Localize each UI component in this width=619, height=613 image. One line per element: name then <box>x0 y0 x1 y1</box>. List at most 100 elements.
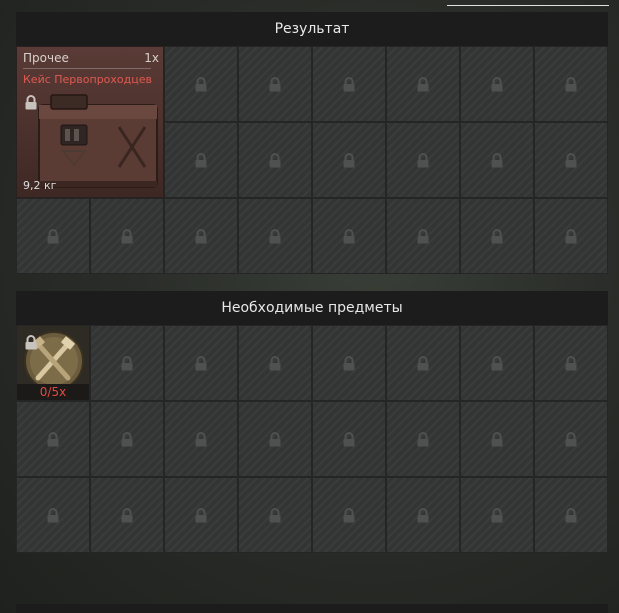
lock-icon <box>25 335 37 350</box>
lock-icon <box>343 152 355 167</box>
locked-required-slot[interactable] <box>238 325 312 401</box>
locked-result-slot[interactable] <box>164 122 238 198</box>
locked-required-slot[interactable] <box>312 477 386 553</box>
lock-icon <box>195 152 207 167</box>
locked-result-slot[interactable] <box>164 198 238 274</box>
locked-required-slot[interactable] <box>312 325 386 401</box>
lock-icon <box>269 507 281 522</box>
locked-result-slot[interactable] <box>534 198 608 274</box>
locked-required-slot[interactable] <box>534 325 608 401</box>
locked-required-slot[interactable] <box>386 401 460 477</box>
locked-result-slot[interactable] <box>238 122 312 198</box>
locked-required-slot[interactable] <box>238 401 312 477</box>
lock-icon <box>269 431 281 446</box>
locked-result-slot[interactable] <box>386 122 460 198</box>
lock-icon <box>343 507 355 522</box>
lock-icon <box>47 228 59 243</box>
item-weight: 9,2 кг <box>23 179 57 192</box>
lock-icon <box>491 355 503 370</box>
lock-icon <box>343 228 355 243</box>
item-name: Кейс Первопроходцев <box>23 73 152 86</box>
item-category: Прочее <box>23 51 69 65</box>
lock-icon <box>565 431 577 446</box>
lock-icon <box>269 152 281 167</box>
locked-required-slot[interactable] <box>90 325 164 401</box>
lock-icon <box>47 507 59 522</box>
locked-required-slot[interactable] <box>164 325 238 401</box>
locked-required-slot[interactable] <box>90 477 164 553</box>
locked-required-slot[interactable] <box>460 477 534 553</box>
locked-required-slot[interactable] <box>90 401 164 477</box>
locked-required-slot[interactable] <box>386 325 460 401</box>
locked-required-slot[interactable] <box>460 325 534 401</box>
locked-result-slot[interactable] <box>386 46 460 122</box>
lock-icon <box>565 507 577 522</box>
locked-result-slot[interactable] <box>312 46 386 122</box>
locked-required-slot[interactable] <box>164 477 238 553</box>
item-count: 1x <box>144 51 159 65</box>
lock-icon <box>47 431 59 446</box>
locked-required-slot[interactable] <box>16 401 90 477</box>
lock-icon <box>491 507 503 522</box>
locked-result-slot[interactable] <box>90 198 164 274</box>
locked-result-slot[interactable] <box>460 46 534 122</box>
lock-icon <box>417 228 429 243</box>
lock-icon <box>195 76 207 91</box>
locked-result-slot[interactable] <box>16 198 90 274</box>
lock-icon <box>195 507 207 522</box>
lock-icon <box>121 431 133 446</box>
bottom-panel-edge <box>16 604 608 613</box>
required-header: Необходимые предметы <box>16 291 608 325</box>
lock-icon <box>417 355 429 370</box>
lock-icon <box>121 228 133 243</box>
result-header: Результат <box>16 12 608 46</box>
locked-required-slot[interactable] <box>534 401 608 477</box>
locked-result-slot[interactable] <box>238 198 312 274</box>
locked-result-slot[interactable] <box>164 46 238 122</box>
required-grid: 0/5x <box>16 325 608 553</box>
lock-icon <box>195 228 207 243</box>
result-item-card[interactable]: Прочее 1x Кейс Первопроходцев 9,2 кг <box>16 46 164 198</box>
lock-icon <box>417 431 429 446</box>
required-title: Необходимые предметы <box>221 300 403 316</box>
locked-required-slot[interactable] <box>312 401 386 477</box>
lock-icon <box>343 76 355 91</box>
required-progress: 0/5x <box>39 385 67 399</box>
lock-icon <box>565 152 577 167</box>
lock-icon <box>491 431 503 446</box>
locked-result-slot[interactable] <box>534 46 608 122</box>
locked-required-slot[interactable] <box>534 477 608 553</box>
lock-icon <box>417 152 429 167</box>
lock-icon <box>417 76 429 91</box>
item-divider <box>23 68 151 69</box>
lock-icon <box>491 76 503 91</box>
lock-icon <box>565 76 577 91</box>
required-progress-bar: 0/5x <box>17 384 89 400</box>
locked-required-slot[interactable] <box>386 477 460 553</box>
locked-result-slot[interactable] <box>460 122 534 198</box>
lock-icon <box>25 95 37 110</box>
locked-result-slot[interactable] <box>238 46 312 122</box>
lock-icon <box>417 507 429 522</box>
lock-icon <box>121 355 133 370</box>
result-grid: Прочее 1x Кейс Первопроходцев 9,2 кг <box>16 46 608 274</box>
lock-icon <box>565 355 577 370</box>
lock-icon <box>343 355 355 370</box>
locked-result-slot[interactable] <box>312 122 386 198</box>
locked-required-slot[interactable] <box>238 477 312 553</box>
locked-required-slot[interactable] <box>16 477 90 553</box>
locked-required-slot[interactable] <box>164 401 238 477</box>
lock-icon <box>269 76 281 91</box>
result-title: Результат <box>274 21 350 37</box>
top-tab-underline <box>447 5 609 6</box>
locked-result-slot[interactable] <box>312 198 386 274</box>
locked-result-slot[interactable] <box>386 198 460 274</box>
locked-result-slot[interactable] <box>534 122 608 198</box>
lock-icon <box>565 228 577 243</box>
locked-required-slot[interactable] <box>460 401 534 477</box>
required-item-slot[interactable]: 0/5x <box>16 325 90 401</box>
lock-icon <box>195 431 207 446</box>
locked-result-slot[interactable] <box>460 198 534 274</box>
lock-icon <box>491 228 503 243</box>
lock-icon <box>269 228 281 243</box>
